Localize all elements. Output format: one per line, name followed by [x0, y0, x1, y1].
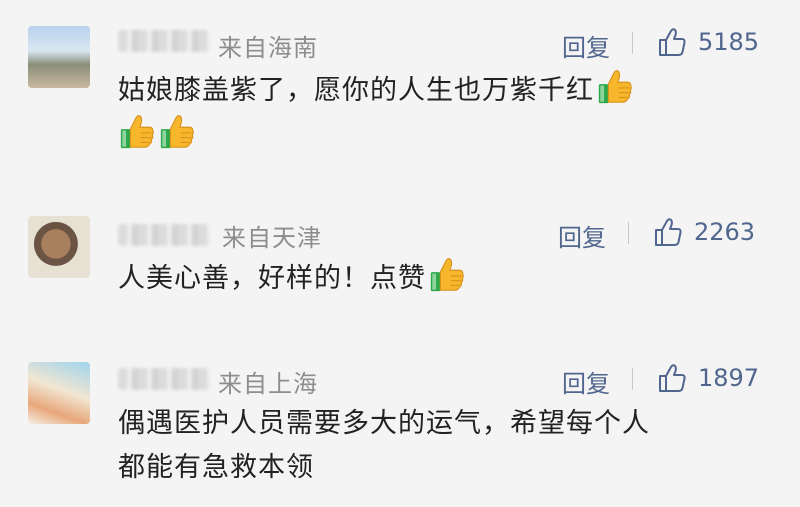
username-blurred[interactable]	[118, 30, 210, 52]
avatar[interactable]	[28, 216, 90, 278]
location-text: 来自海南	[218, 34, 318, 62]
reply-button[interactable]: 回复	[558, 218, 606, 253]
like-count: 2263	[694, 218, 756, 246]
comment-text: 姑娘膝盖紫了，愿你的人生也万紫千红	[118, 68, 778, 158]
divider	[628, 222, 629, 244]
username-blurred[interactable]	[118, 368, 210, 390]
comment-item: 来自海南 回复 5185 姑娘膝盖紫了，愿你的人生也万紫千红	[0, 0, 800, 170]
reply-button[interactable]: 回复	[562, 364, 610, 399]
thumbs-up-icon[interactable]	[652, 216, 684, 248]
comment-item: 来自天津 回复 2263 人美心善，好样的！点赞	[0, 190, 800, 320]
like-count: 1897	[698, 364, 760, 392]
divider	[632, 368, 633, 390]
avatar[interactable]	[28, 362, 90, 424]
comment-item: 来自上海 回复 1897 偶遇医护人员需要多大的运气，希望每个人 都能有急救本领	[0, 336, 800, 507]
comment-text: 偶遇医护人员需要多大的运气，希望每个人 都能有急救本领	[118, 402, 778, 490]
comment-line: 偶遇医护人员需要多大的运气，希望每个人	[118, 408, 650, 439]
thumbs-up-icon[interactable]	[656, 362, 688, 394]
comment-text: 人美心善，好样的！点赞	[118, 256, 778, 301]
divider	[632, 32, 633, 54]
comment-line: 人美心善，好样的！点赞	[118, 263, 426, 294]
username-blurred[interactable]	[118, 224, 210, 246]
location-text: 来自上海	[218, 370, 318, 398]
avatar[interactable]	[28, 26, 90, 88]
thumbs-up-icon[interactable]	[656, 26, 688, 58]
thumbs-up-emoji-icon	[158, 113, 196, 151]
comment-line: 姑娘膝盖紫了，愿你的人生也万紫千红	[118, 75, 594, 106]
thumbs-up-emoji-icon	[118, 113, 156, 151]
location-text: 来自天津	[222, 224, 322, 252]
thumbs-up-emoji-icon	[596, 68, 634, 106]
reply-button[interactable]: 回复	[562, 28, 610, 63]
comment-line: 都能有急救本领	[118, 452, 314, 483]
like-count: 5185	[698, 28, 760, 56]
thumbs-up-emoji-icon	[428, 256, 466, 294]
